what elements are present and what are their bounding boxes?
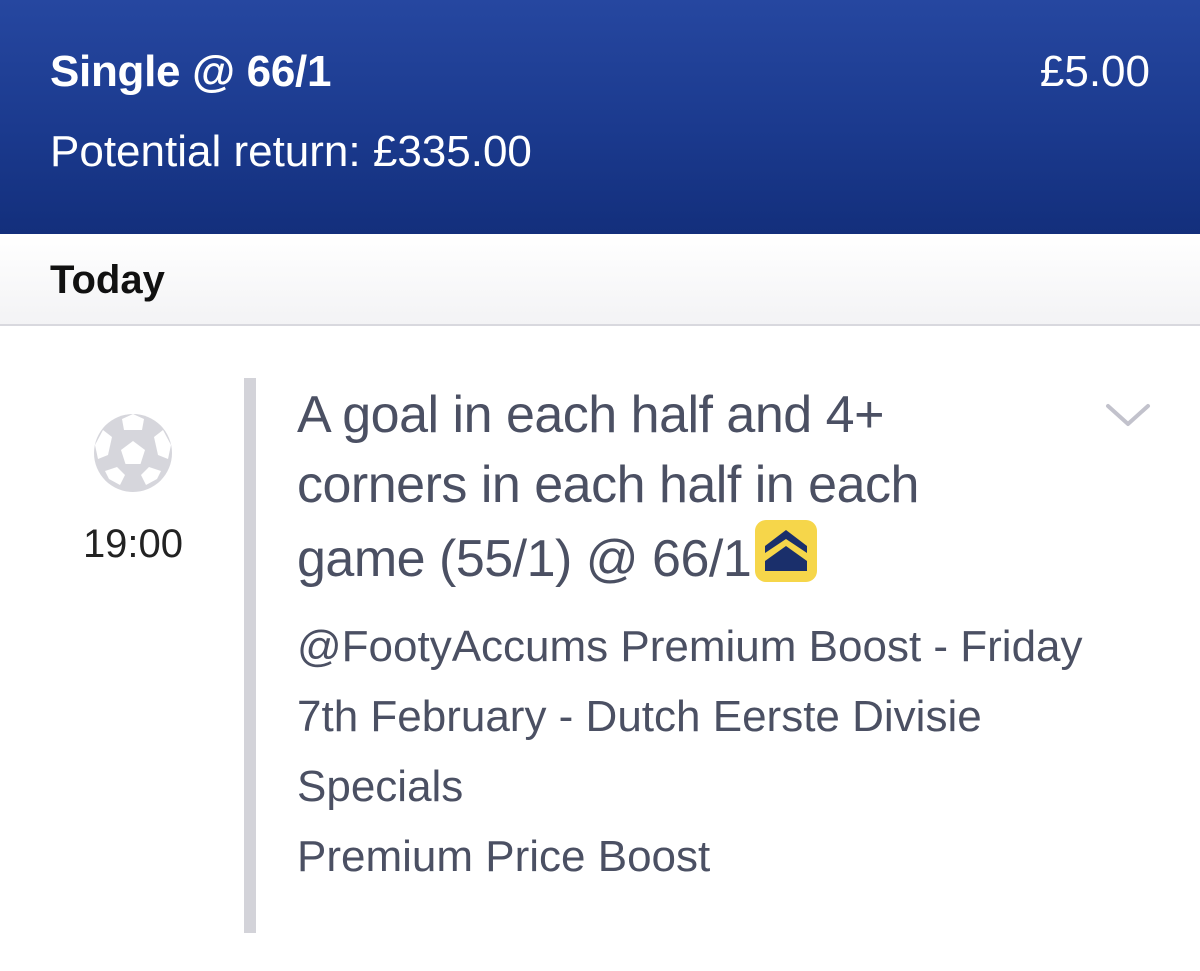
price-boost-icon [755,520,818,582]
selection-text: A goal in each half and 4+ corners in ea… [297,386,919,588]
selection-description: A goal in each half and 4+ corners in ea… [297,380,1057,594]
event-divider [244,378,256,933]
event-time: 19:00 [82,522,184,566]
stake-amount: £5.00 [1039,47,1150,96]
market-description: @FootyAccums Premium Boost - Friday 7th … [297,622,1083,811]
football-icon [94,414,172,492]
day-label: Today [50,258,165,302]
day-section-header: Today [0,234,1200,326]
boost-type: Premium Price Boost [297,832,711,881]
bet-summary-header: Single @ 66/1 £5.00 Potential return: £3… [0,0,1200,234]
chevron-down-icon[interactable] [1104,398,1152,430]
potential-return: Potential return: £335.00 [50,127,532,176]
bet-type: Single @ 66/1 [50,47,332,96]
